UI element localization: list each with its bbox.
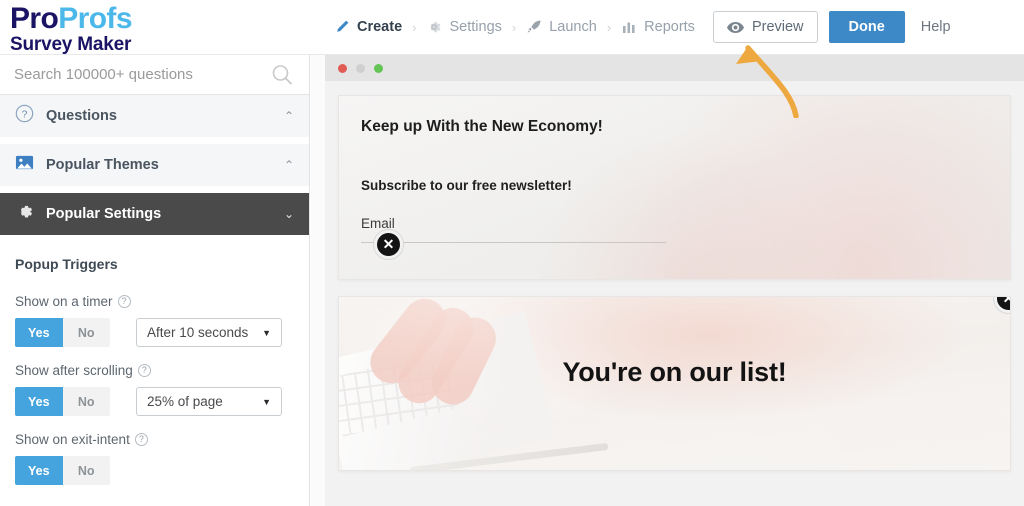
toggle-show-after-scrolling[interactable]: Yes No	[15, 387, 110, 416]
search-input[interactable]	[0, 55, 309, 94]
nav-item-launch[interactable]: Launch	[517, 19, 606, 35]
field-label: Show on exit-intent ?	[15, 432, 294, 447]
field-controls: Yes No After 10 seconds ▼	[15, 318, 294, 347]
main-nav: Create › Settings › Launch › Reports Pre…	[325, 0, 951, 54]
nav-label-settings: Settings	[449, 19, 502, 35]
nav-item-settings[interactable]: Settings	[417, 19, 510, 35]
bar-chart-icon	[621, 19, 637, 35]
browser-titlebar	[325, 55, 1024, 81]
brand-name-part1: Pro	[10, 2, 59, 35]
nav-label-create: Create	[357, 19, 403, 35]
browser-mockup: Keep up With the New Economy! Subscribe …	[325, 55, 1024, 506]
eye-icon	[726, 21, 744, 34]
sidebar-section-questions[interactable]: ? Questions ⌃	[0, 95, 309, 137]
close-icon[interactable]: ✕	[374, 230, 403, 259]
chevron-up-icon[interactable]: ⌃	[284, 158, 294, 172]
panel-heading: Popup Triggers	[15, 256, 118, 272]
field-controls: Yes No	[15, 456, 294, 485]
email-placeholder: Email	[361, 216, 395, 231]
popup-message: You're on our list!	[562, 357, 787, 387]
search-bar	[0, 55, 309, 95]
sidebar-section-popular-themes[interactable]: Popular Themes ⌃	[0, 144, 309, 186]
window-minimize-dot[interactable]	[356, 63, 365, 73]
search-icon[interactable]	[271, 64, 293, 91]
nav-label-launch: Launch	[549, 19, 597, 35]
nav-item-create[interactable]: Create	[325, 19, 411, 35]
select-value: 25% of page	[147, 394, 223, 409]
pencil-icon	[334, 19, 350, 35]
popup-subtitle: Subscribe to our free newsletter!	[361, 178, 572, 193]
email-input[interactable]: Email	[361, 215, 666, 243]
app-root: ProProfs Survey Maker Create › Settings …	[0, 0, 1024, 506]
done-button[interactable]: Done	[828, 11, 905, 43]
help-icon[interactable]: ?	[137, 364, 151, 377]
chevron-down-icon[interactable]: ⌄	[284, 207, 294, 221]
field-label-text: Show after scrolling	[15, 363, 133, 378]
field-label: Show on a timer ?	[15, 294, 294, 309]
window-maximize-dot[interactable]	[374, 63, 383, 73]
brand-tagline: Survey Maker	[10, 34, 132, 55]
rocket-icon	[526, 19, 542, 35]
toggle-yes[interactable]: Yes	[15, 387, 63, 416]
field-label-text: Show on exit-intent	[15, 432, 130, 447]
svg-text:?: ?	[22, 109, 28, 120]
help-icon[interactable]: ?	[117, 295, 131, 308]
preview-area: Keep up With the New Economy! Subscribe …	[311, 55, 1024, 506]
nav-label-reports: Reports	[644, 19, 695, 35]
toggle-no[interactable]: No	[62, 387, 110, 416]
chevron-up-icon[interactable]: ⌃	[284, 109, 294, 123]
nav-item-reports[interactable]: Reports	[612, 19, 704, 35]
popup-triggers-panel: Popup Triggers Show on a timer ? Yes No …	[0, 242, 309, 485]
popup-title: Keep up With the New Economy!	[361, 118, 603, 135]
gear-icon	[15, 202, 34, 226]
help-icon[interactable]: ?	[134, 433, 148, 446]
window-close-dot[interactable]	[338, 63, 347, 73]
help-link[interactable]: Help	[921, 19, 951, 35]
field-label-text: Show on a timer	[15, 294, 113, 309]
chevron-down-icon: ▼	[262, 327, 271, 338]
gear-icon	[426, 19, 442, 35]
field-show-on-a-timer: Show on a timer ? Yes No After 10 second…	[15, 294, 294, 347]
sidebar-section-label: Popular Settings	[46, 206, 162, 222]
toggle-no[interactable]: No	[62, 456, 110, 485]
toggle-show-on-a-timer[interactable]: Yes No	[15, 318, 110, 347]
field-controls: Yes No 25% of page ▼	[15, 387, 294, 416]
select-timer-delay[interactable]: After 10 seconds ▼	[136, 318, 282, 347]
toggle-no[interactable]: No	[62, 318, 110, 347]
brand-name-part2: Profs	[58, 2, 132, 35]
chevron-down-icon: ▼	[262, 396, 271, 407]
field-show-after-scrolling: Show after scrolling ? Yes No 25% of pag…	[15, 363, 294, 416]
sidebar-section-label: Popular Themes	[46, 157, 159, 173]
select-scroll-amount[interactable]: 25% of page ▼	[136, 387, 282, 416]
browser-content: Keep up With the New Economy! Subscribe …	[325, 81, 1024, 506]
top-bar: ProProfs Survey Maker Create › Settings …	[0, 0, 1024, 55]
toggle-show-on-exit-intent[interactable]: Yes No	[15, 456, 110, 485]
popup-card-confirmation: You're on our list! ✕	[338, 296, 1011, 471]
sidebar-section-label: Questions	[46, 108, 117, 124]
field-show-on-exit-intent: Show on exit-intent ? Yes No	[15, 432, 294, 485]
popup-card-newsletter: Keep up With the New Economy! Subscribe …	[338, 95, 1011, 280]
brand-name: ProProfs	[10, 4, 185, 34]
preview-button-label: Preview	[751, 19, 804, 35]
toggle-yes[interactable]: Yes	[15, 318, 63, 347]
image-icon	[15, 153, 34, 177]
sidebar-section-popular-settings[interactable]: Popular Settings ⌄	[0, 193, 309, 235]
question-circle-icon: ?	[15, 104, 34, 128]
sidebar: ? Questions ⌃ Popular Themes ⌃ Popular S…	[0, 55, 310, 506]
preview-button[interactable]: Preview	[712, 11, 818, 43]
select-value: After 10 seconds	[147, 325, 249, 340]
toggle-yes[interactable]: Yes	[15, 456, 63, 485]
field-label: Show after scrolling ?	[15, 363, 294, 378]
brand-logo[interactable]: ProProfs Survey Maker	[10, 4, 185, 56]
